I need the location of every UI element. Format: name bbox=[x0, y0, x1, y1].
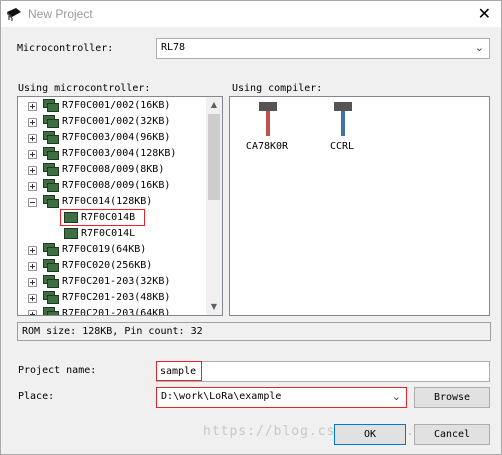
tree-scrollbar[interactable]: ▲ ▼ bbox=[206, 97, 222, 315]
tree-item-label: R7F0C001/002(16KB) bbox=[62, 100, 171, 111]
new-project-dialog: New Project ✕ Microcontroller: RL78 ⌄ Us… bbox=[0, 0, 502, 455]
chip-group-icon bbox=[43, 275, 59, 288]
ok-button[interactable]: OK bbox=[334, 424, 406, 445]
tree-item-label: R7F0C003/004(128KB) bbox=[62, 148, 177, 159]
status-bar: ROM size: 128KB, Pin count: 32 bbox=[17, 322, 491, 341]
tree-item-label: R7F0C008/009(8KB) bbox=[62, 164, 165, 175]
cancel-button-label: Cancel bbox=[433, 429, 471, 440]
expand-plus-icon[interactable] bbox=[28, 102, 37, 111]
project-name-label: Project name: bbox=[18, 365, 97, 376]
chevron-down-icon: ⌄ bbox=[474, 41, 484, 54]
expand-plus-icon[interactable] bbox=[28, 166, 37, 175]
tree-item-label: R7F0C014(128KB) bbox=[62, 196, 153, 207]
scroll-up-icon[interactable]: ▲ bbox=[206, 97, 222, 113]
chip-group-icon bbox=[43, 243, 59, 256]
browse-button-label: Browse bbox=[433, 392, 471, 403]
tree-item-label: R7F0C014L bbox=[81, 228, 136, 239]
scroll-down-icon[interactable]: ▼ bbox=[206, 299, 222, 315]
chip-group-icon bbox=[43, 131, 59, 144]
expand-plus-icon[interactable] bbox=[28, 278, 37, 287]
chip-group-icon bbox=[43, 99, 59, 112]
close-icon[interactable]: ✕ bbox=[478, 4, 491, 23]
chip-group-icon bbox=[43, 291, 59, 304]
expand-plus-icon[interactable] bbox=[28, 118, 37, 127]
expand-plus-icon[interactable] bbox=[28, 246, 37, 255]
tree-item-label: R7F0C201-203(64KB) bbox=[62, 308, 171, 316]
selected-item-highlight bbox=[60, 209, 145, 226]
chip-icon bbox=[64, 226, 78, 239]
microcontroller-tree[interactable]: R7F0C001/002(16KB) R7F0C001/002(32KB) R7F0… bbox=[17, 96, 223, 316]
expand-plus-icon[interactable] bbox=[28, 310, 37, 315]
expand-plus-icon[interactable] bbox=[28, 294, 37, 303]
chip-app-icon bbox=[7, 8, 21, 21]
tree-item-label: R7F0C201-203(32KB) bbox=[62, 276, 171, 287]
scroll-thumb[interactable] bbox=[208, 114, 220, 200]
place-label: Place: bbox=[18, 391, 55, 402]
chip-group-icon bbox=[43, 179, 59, 192]
compiler-ca78k0r-label: CA78K0R bbox=[245, 141, 289, 152]
browse-button[interactable]: Browse bbox=[414, 387, 490, 408]
cancel-button[interactable]: Cancel bbox=[414, 424, 490, 445]
expand-plus-icon[interactable] bbox=[28, 134, 37, 143]
chip-group-icon bbox=[43, 115, 59, 128]
microcontroller-tree-label: Using microcontroller: bbox=[18, 83, 151, 94]
chip-group-icon bbox=[43, 147, 59, 160]
microcontroller-label: Microcontroller: bbox=[17, 43, 114, 54]
chip-group-icon bbox=[43, 259, 59, 272]
chip-group-icon bbox=[43, 195, 59, 208]
compiler-ccrl-label: CCRL bbox=[329, 141, 355, 152]
chip-group-icon bbox=[43, 163, 59, 176]
hammer-icon bbox=[334, 102, 352, 136]
microcontroller-value: RL78 bbox=[161, 42, 186, 53]
compiler-list[interactable]: CA78K0R CCRL bbox=[229, 96, 490, 316]
compiler-label: Using compiler: bbox=[232, 83, 323, 94]
tree-item-label: R7F0C201-203(48KB) bbox=[62, 292, 171, 303]
tree-item-label: R7F0C008/009(16KB) bbox=[62, 180, 171, 191]
expand-plus-icon[interactable] bbox=[28, 150, 37, 159]
status-text: ROM size: 128KB, Pin count: 32 bbox=[22, 326, 203, 337]
place-highlight bbox=[156, 387, 407, 408]
microcontroller-select[interactable]: RL78 ⌄ bbox=[156, 38, 490, 59]
tree-item-label: R7F0C020(256KB) bbox=[62, 260, 153, 271]
tree-item-label: R7F0C001/002(32KB) bbox=[62, 116, 171, 127]
window-title: New Project bbox=[28, 7, 93, 21]
expand-plus-icon[interactable] bbox=[28, 182, 37, 191]
chip-group-icon bbox=[43, 307, 59, 315]
collapse-minus-icon[interactable] bbox=[28, 198, 37, 207]
expand-plus-icon[interactable] bbox=[28, 262, 37, 271]
hammer-icon bbox=[259, 102, 277, 136]
tree-item-label: R7F0C003/004(96KB) bbox=[62, 132, 171, 143]
ok-button-label: OK bbox=[363, 429, 377, 440]
title-bar: New Project ✕ bbox=[1, 1, 501, 27]
project-name-highlight bbox=[156, 361, 202, 381]
tree-item-label: R7F0C019(64KB) bbox=[62, 244, 147, 255]
project-name-input[interactable]: sample bbox=[156, 361, 490, 382]
